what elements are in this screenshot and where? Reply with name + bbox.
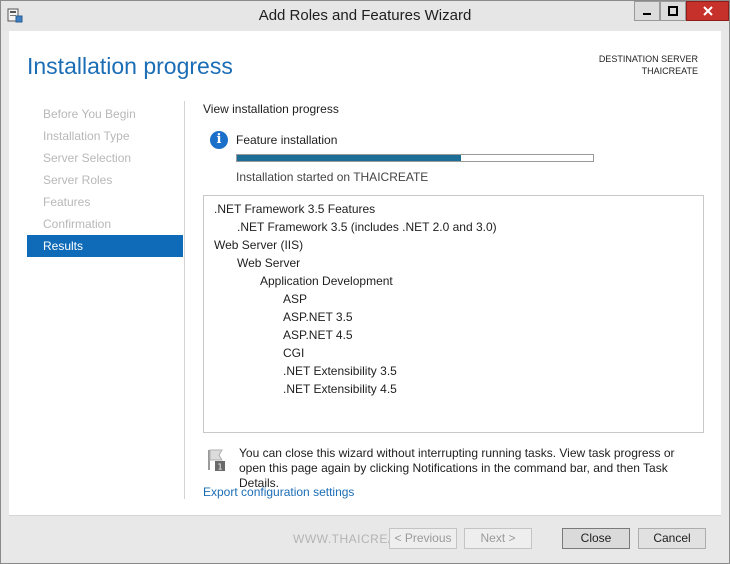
nav-divider	[184, 101, 185, 499]
page-title: Installation progress	[27, 53, 233, 79]
main-panel: View installation progress i Feature ins…	[203, 101, 713, 501]
window-title: Add Roles and Features Wizard	[258, 7, 472, 24]
wizard-nav: Before You Begin Installation Type Serve…	[27, 103, 183, 257]
nav-item-confirmation: Confirmation	[43, 217, 112, 231]
list-item: .NET Extensibility 4.5	[283, 382, 397, 396]
list-item: .NET Extensibility 3.5	[283, 364, 397, 378]
nav-item-before-you-begin: Before You Begin	[43, 107, 136, 121]
nav-item-installation-type: Installation Type	[43, 129, 130, 143]
list-item: ASP.NET 3.5	[283, 310, 353, 324]
destination-label: DESTINATION SERVER	[598, 54, 698, 64]
nav-item-results[interactable]: Results	[27, 235, 183, 257]
export-configuration-link[interactable]: Export configuration settings	[203, 485, 354, 499]
svg-text:1: 1	[217, 463, 222, 472]
next-button[interactable]: Next >	[464, 528, 532, 549]
installation-progress-bar	[236, 154, 594, 162]
list-item: Web Server	[237, 256, 301, 270]
destination-server-name: THAICREATE	[641, 66, 698, 76]
cancel-button[interactable]: Cancel	[638, 528, 706, 549]
list-item: CGI	[283, 346, 305, 360]
progress-fill	[237, 155, 462, 161]
nav-item-features: Features	[43, 195, 91, 209]
minimize-button[interactable]	[634, 1, 660, 21]
list-item: Application Development	[260, 274, 393, 288]
minimize-icon	[643, 13, 651, 15]
wizard-content: Installation progress DESTINATION SERVER…	[9, 31, 721, 515]
feature-list[interactable]: .NET Framework 3.5 Features .NET Framewo…	[203, 195, 704, 433]
feature-installation-label: Feature installation	[236, 133, 338, 147]
section-heading: View installation progress	[203, 102, 339, 116]
installation-started-text: Installation started on THAICREATE	[236, 170, 429, 184]
wizard-window: Add Roles and Features Wizard Installati…	[0, 0, 730, 564]
footer-divider	[9, 515, 721, 516]
list-item: .NET Framework 3.5 Features	[214, 202, 376, 216]
close-icon	[702, 6, 713, 16]
destination-server: DESTINATION SERVER THAICREATE	[599, 53, 698, 77]
info-icon: i	[210, 131, 228, 149]
title-bar[interactable]: Add Roles and Features Wizard	[1, 1, 729, 31]
maximize-icon	[668, 6, 678, 16]
notification-flag-icon: 1	[208, 449, 225, 472]
list-item: .NET Framework 3.5 (includes .NET 2.0 an…	[237, 220, 497, 234]
previous-button[interactable]: < Previous	[389, 528, 457, 549]
window-close-button[interactable]	[686, 1, 729, 21]
list-item: ASP	[283, 292, 308, 306]
list-item: ASP.NET 4.5	[283, 328, 353, 342]
maximize-button[interactable]	[660, 1, 686, 21]
list-item: Web Server (IIS)	[214, 238, 304, 252]
close-button[interactable]: Close	[562, 528, 630, 549]
nav-item-server-selection: Server Selection	[43, 151, 132, 165]
nav-item-server-roles: Server Roles	[43, 173, 113, 187]
